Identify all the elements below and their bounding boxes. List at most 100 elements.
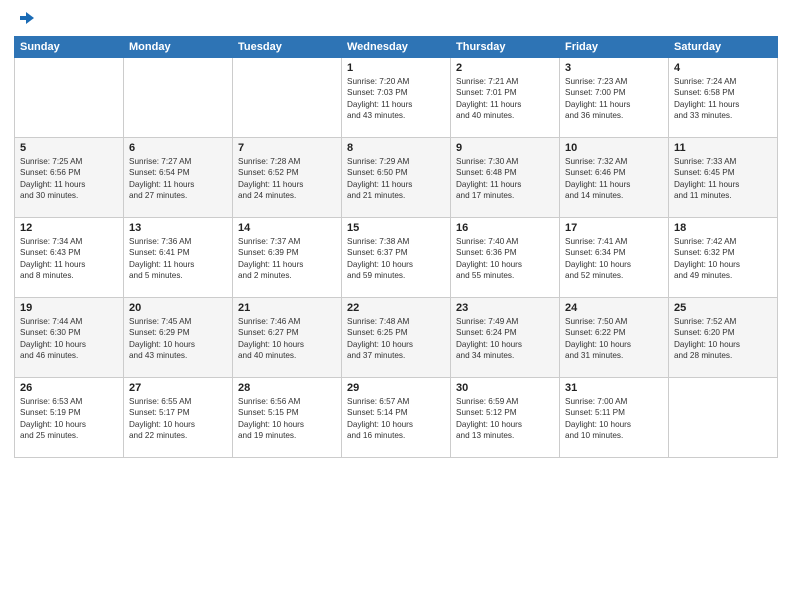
day-info: Sunrise: 6:55 AM Sunset: 5:17 PM Dayligh… bbox=[129, 396, 227, 442]
day-number: 30 bbox=[456, 382, 554, 394]
calendar-cell: 15 Sunrise: 7:38 AM Sunset: 6:37 PM Dayli… bbox=[342, 218, 451, 298]
weekday-header-monday: Monday bbox=[124, 37, 233, 58]
calendar-cell: 4 Sunrise: 7:24 AM Sunset: 6:58 PM Daylig… bbox=[669, 58, 778, 138]
day-number: 12 bbox=[20, 222, 118, 234]
calendar-cell: 27 Sunrise: 6:55 AM Sunset: 5:17 PM Dayli… bbox=[124, 378, 233, 458]
day-number: 20 bbox=[129, 302, 227, 314]
day-info: Sunrise: 7:45 AM Sunset: 6:29 PM Dayligh… bbox=[129, 316, 227, 362]
day-number: 15 bbox=[347, 222, 445, 234]
day-info: Sunrise: 7:28 AM Sunset: 6:52 PM Dayligh… bbox=[238, 156, 336, 202]
day-info: Sunrise: 7:36 AM Sunset: 6:41 PM Dayligh… bbox=[129, 236, 227, 282]
day-info: Sunrise: 7:38 AM Sunset: 6:37 PM Dayligh… bbox=[347, 236, 445, 282]
day-number: 23 bbox=[456, 302, 554, 314]
calendar-cell: 12Sunrise: 7:34 AM Sunset: 6:43 PM Dayli… bbox=[15, 218, 124, 298]
day-info: Sunrise: 7:48 AM Sunset: 6:25 PM Dayligh… bbox=[347, 316, 445, 362]
calendar-cell bbox=[233, 58, 342, 138]
day-info: Sunrise: 7:00 AM Sunset: 5:11 PM Dayligh… bbox=[565, 396, 663, 442]
day-number: 22 bbox=[347, 302, 445, 314]
day-info: Sunrise: 7:27 AM Sunset: 6:54 PM Dayligh… bbox=[129, 156, 227, 202]
calendar-cell: 16 Sunrise: 7:40 AM Sunset: 6:36 PM Dayli… bbox=[451, 218, 560, 298]
weekday-header-thursday: Thursday bbox=[451, 37, 560, 58]
day-info: Sunrise: 7:24 AM Sunset: 6:58 PM Dayligh… bbox=[674, 76, 772, 122]
weekday-header-wednesday: Wednesday bbox=[342, 37, 451, 58]
day-info: Sunrise: 6:57 AM Sunset: 5:14 PM Dayligh… bbox=[347, 396, 445, 442]
day-info: Sunrise: 7:50 AM Sunset: 6:22 PM Dayligh… bbox=[565, 316, 663, 362]
calendar-cell: 7 Sunrise: 7:28 AM Sunset: 6:52 PM Daylig… bbox=[233, 138, 342, 218]
week-row-5: 26Sunrise: 6:53 AM Sunset: 5:19 PM Dayli… bbox=[15, 378, 778, 458]
calendar-cell: 3 Sunrise: 7:23 AM Sunset: 7:00 PM Daylig… bbox=[560, 58, 669, 138]
calendar-cell: 17 Sunrise: 7:41 AM Sunset: 6:34 PM Dayli… bbox=[560, 218, 669, 298]
calendar-cell: 8 Sunrise: 7:29 AM Sunset: 6:50 PM Daylig… bbox=[342, 138, 451, 218]
day-number: 9 bbox=[456, 142, 554, 154]
day-info: Sunrise: 7:33 AM Sunset: 6:45 PM Dayligh… bbox=[674, 156, 772, 202]
day-number: 24 bbox=[565, 302, 663, 314]
day-number: 14 bbox=[238, 222, 336, 234]
logo-flag-icon bbox=[16, 10, 36, 30]
day-number: 2 bbox=[456, 62, 554, 74]
calendar-cell: 2 Sunrise: 7:21 AM Sunset: 7:01 PM Daylig… bbox=[451, 58, 560, 138]
day-info: Sunrise: 7:49 AM Sunset: 6:24 PM Dayligh… bbox=[456, 316, 554, 362]
day-number: 11 bbox=[674, 142, 772, 154]
day-info: Sunrise: 7:52 AM Sunset: 6:20 PM Dayligh… bbox=[674, 316, 772, 362]
day-number: 16 bbox=[456, 222, 554, 234]
day-number: 18 bbox=[674, 222, 772, 234]
calendar-cell bbox=[669, 378, 778, 458]
weekday-header-row: SundayMondayTuesdayWednesdayThursdayFrid… bbox=[15, 37, 778, 58]
day-info: Sunrise: 7:32 AM Sunset: 6:46 PM Dayligh… bbox=[565, 156, 663, 202]
day-info: Sunrise: 7:25 AM Sunset: 6:56 PM Dayligh… bbox=[20, 156, 118, 202]
day-info: Sunrise: 7:46 AM Sunset: 6:27 PM Dayligh… bbox=[238, 316, 336, 362]
calendar-cell: 30Sunrise: 6:59 AM Sunset: 5:12 PM Dayli… bbox=[451, 378, 560, 458]
day-number: 8 bbox=[347, 142, 445, 154]
day-info: Sunrise: 7:42 AM Sunset: 6:32 PM Dayligh… bbox=[674, 236, 772, 282]
day-number: 4 bbox=[674, 62, 772, 74]
calendar-cell: 19 Sunrise: 7:44 AM Sunset: 6:30 PM Dayli… bbox=[15, 298, 124, 378]
calendar-cell: 10 Sunrise: 7:32 AM Sunset: 6:46 PM Dayli… bbox=[560, 138, 669, 218]
day-number: 21 bbox=[238, 302, 336, 314]
day-number: 17 bbox=[565, 222, 663, 234]
calendar-cell: 28Sunrise: 6:56 AM Sunset: 5:15 PM Dayli… bbox=[233, 378, 342, 458]
day-number: 13 bbox=[129, 222, 227, 234]
calendar-cell: 5Sunrise: 7:25 AM Sunset: 6:56 PM Daylig… bbox=[15, 138, 124, 218]
day-number: 27 bbox=[129, 382, 227, 394]
day-number: 3 bbox=[565, 62, 663, 74]
calendar-cell: 29 Sunrise: 6:57 AM Sunset: 5:14 PM Dayli… bbox=[342, 378, 451, 458]
calendar-cell: 25Sunrise: 7:52 AM Sunset: 6:20 PM Dayli… bbox=[669, 298, 778, 378]
calendar-cell: 31 Sunrise: 7:00 AM Sunset: 5:11 PM Dayli… bbox=[560, 378, 669, 458]
calendar-cell bbox=[124, 58, 233, 138]
weekday-header-saturday: Saturday bbox=[669, 37, 778, 58]
day-number: 19 bbox=[20, 302, 118, 314]
day-info: Sunrise: 7:30 AM Sunset: 6:48 PM Dayligh… bbox=[456, 156, 554, 202]
day-number: 6 bbox=[129, 142, 227, 154]
week-row-4: 19 Sunrise: 7:44 AM Sunset: 6:30 PM Dayli… bbox=[15, 298, 778, 378]
calendar-cell: 13 Sunrise: 7:36 AM Sunset: 6:41 PM Dayli… bbox=[124, 218, 233, 298]
week-row-2: 5Sunrise: 7:25 AM Sunset: 6:56 PM Daylig… bbox=[15, 138, 778, 218]
day-info: Sunrise: 7:40 AM Sunset: 6:36 PM Dayligh… bbox=[456, 236, 554, 282]
day-number: 10 bbox=[565, 142, 663, 154]
calendar-cell: 24 Sunrise: 7:50 AM Sunset: 6:22 PM Dayli… bbox=[560, 298, 669, 378]
day-number: 31 bbox=[565, 382, 663, 394]
day-info: Sunrise: 7:41 AM Sunset: 6:34 PM Dayligh… bbox=[565, 236, 663, 282]
day-info: Sunrise: 6:53 AM Sunset: 5:19 PM Dayligh… bbox=[20, 396, 118, 442]
weekday-header-friday: Friday bbox=[560, 37, 669, 58]
calendar-table: SundayMondayTuesdayWednesdayThursdayFrid… bbox=[14, 36, 778, 458]
calendar-cell: 18 Sunrise: 7:42 AM Sunset: 6:32 PM Dayli… bbox=[669, 218, 778, 298]
day-info: Sunrise: 7:29 AM Sunset: 6:50 PM Dayligh… bbox=[347, 156, 445, 202]
day-info: Sunrise: 7:23 AM Sunset: 7:00 PM Dayligh… bbox=[565, 76, 663, 122]
calendar-cell bbox=[15, 58, 124, 138]
page: SundayMondayTuesdayWednesdayThursdayFrid… bbox=[0, 0, 792, 612]
calendar-cell: 1Sunrise: 7:20 AM Sunset: 7:03 PM Daylig… bbox=[342, 58, 451, 138]
day-number: 29 bbox=[347, 382, 445, 394]
logo bbox=[14, 10, 36, 28]
calendar-cell: 23 Sunrise: 7:49 AM Sunset: 6:24 PM Dayli… bbox=[451, 298, 560, 378]
weekday-header-sunday: Sunday bbox=[15, 37, 124, 58]
header bbox=[14, 10, 778, 28]
day-info: Sunrise: 7:37 AM Sunset: 6:39 PM Dayligh… bbox=[238, 236, 336, 282]
day-number: 7 bbox=[238, 142, 336, 154]
day-info: Sunrise: 7:21 AM Sunset: 7:01 PM Dayligh… bbox=[456, 76, 554, 122]
calendar-cell: 26Sunrise: 6:53 AM Sunset: 5:19 PM Dayli… bbox=[15, 378, 124, 458]
calendar-cell: 21 Sunrise: 7:46 AM Sunset: 6:27 PM Dayli… bbox=[233, 298, 342, 378]
day-info: Sunrise: 7:44 AM Sunset: 6:30 PM Dayligh… bbox=[20, 316, 118, 362]
calendar-cell: 6 Sunrise: 7:27 AM Sunset: 6:54 PM Daylig… bbox=[124, 138, 233, 218]
day-info: Sunrise: 6:56 AM Sunset: 5:15 PM Dayligh… bbox=[238, 396, 336, 442]
week-row-1: 1Sunrise: 7:20 AM Sunset: 7:03 PM Daylig… bbox=[15, 58, 778, 138]
